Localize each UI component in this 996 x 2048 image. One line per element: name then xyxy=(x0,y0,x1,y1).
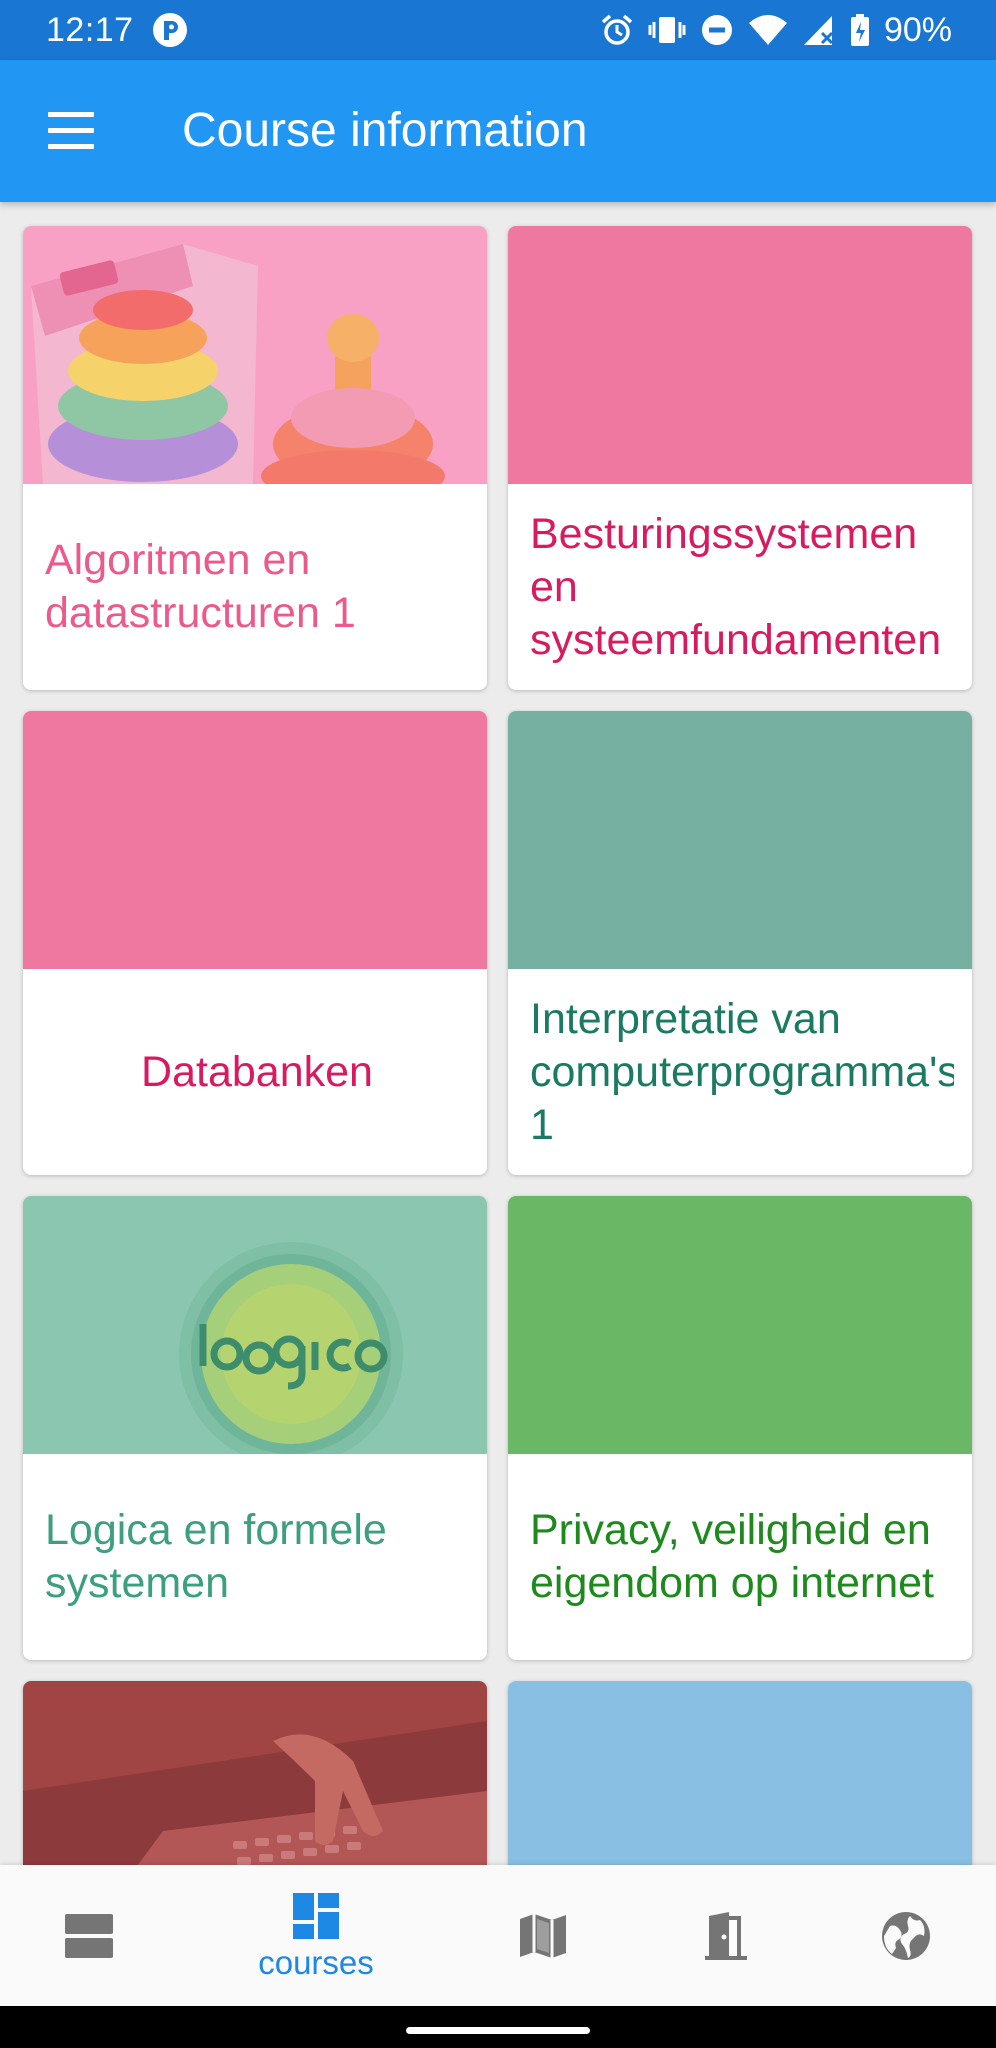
course-image xyxy=(508,1681,972,1865)
course-image-stacking-toy xyxy=(23,226,487,484)
globe-icon xyxy=(880,1910,932,1962)
course-list[interactable]: Algoritmen en datastructuren 1 Besturing… xyxy=(0,202,996,1865)
course-card[interactable]: Interpretatie van computerprogramma's 1 xyxy=(508,711,972,1175)
course-title: Privacy, veiligheid en eigendom op inter… xyxy=(530,1454,954,1660)
do-not-disturb-icon xyxy=(700,13,734,47)
course-title-text: Besturingssystemen en systeemfundamenten xyxy=(530,509,942,664)
course-grid: Algoritmen en datastructuren 1 Besturing… xyxy=(23,226,972,1865)
nav-item-map[interactable] xyxy=(473,1865,613,2006)
nav-label-courses: courses xyxy=(258,1943,374,1981)
door-icon xyxy=(699,1910,751,1962)
app-notification-icon xyxy=(152,12,188,48)
app-bar: Course information xyxy=(0,60,996,202)
course-card[interactable]: Algoritmen en datastructuren 1 xyxy=(23,226,487,690)
hamburger-menu-icon[interactable] xyxy=(34,98,106,164)
course-title: Interpretatie van computerprogramma's 1 xyxy=(530,969,954,1175)
status-icons: 90% xyxy=(600,10,952,50)
agenda-icon xyxy=(63,1912,115,1960)
nav-item-agenda[interactable] xyxy=(19,1865,159,2006)
course-title-text: Interpretatie van computerprogramma's 1 xyxy=(530,994,954,1149)
bottom-navigation: courses xyxy=(0,1865,996,2006)
course-image-keyboard xyxy=(23,1681,487,1865)
course-image-logica-logo xyxy=(23,1196,487,1454)
nav-item-rooms[interactable] xyxy=(655,1865,795,2006)
course-image xyxy=(23,711,487,969)
vibrate-icon xyxy=(648,13,686,47)
course-title: Algoritmen en datastructuren 1 xyxy=(45,484,469,690)
course-title-text: Privacy, veiligheid en eigendom op inter… xyxy=(530,1506,935,1607)
home-gesture-handle[interactable] xyxy=(406,2027,590,2034)
course-title: Logica en formele systemen xyxy=(45,1454,469,1660)
alarm-icon xyxy=(600,13,634,47)
course-image xyxy=(508,226,972,484)
nav-item-web[interactable] xyxy=(836,1865,976,2006)
course-title: Besturingssystemen en systeemfundamenten xyxy=(530,484,954,690)
status-time: 12:17 xyxy=(46,11,134,49)
course-title: Databanken xyxy=(45,969,469,1175)
status-bar: 12:17 90% xyxy=(0,0,996,60)
dashboard-icon xyxy=(291,1891,341,1941)
course-card[interactable] xyxy=(508,1681,972,1865)
course-card[interactable]: Databanken xyxy=(23,711,487,1175)
course-card[interactable]: Logica en formele systemen xyxy=(23,1196,487,1660)
battery-icon xyxy=(850,13,870,47)
map-icon xyxy=(517,1910,569,1962)
nav-item-courses[interactable]: courses xyxy=(246,1865,386,2006)
battery-percentage: 90% xyxy=(883,11,952,49)
course-card[interactable] xyxy=(23,1681,487,1865)
course-image xyxy=(508,1196,972,1454)
page-title: Course information xyxy=(182,104,588,157)
system-navigation-bar xyxy=(0,2006,996,2048)
course-card[interactable]: Besturingssystemen en systeemfundamenten xyxy=(508,226,972,690)
course-title-text: Algoritmen en datastructuren 1 xyxy=(45,536,356,637)
course-title-text: Logica en formele systemen xyxy=(45,1506,387,1607)
course-card[interactable]: Privacy, veiligheid en eigendom op inter… xyxy=(508,1196,972,1660)
course-image xyxy=(508,711,972,969)
course-title-text: Databanken xyxy=(141,1047,373,1096)
wifi-icon xyxy=(748,13,788,47)
cell-signal-icon xyxy=(802,13,836,47)
